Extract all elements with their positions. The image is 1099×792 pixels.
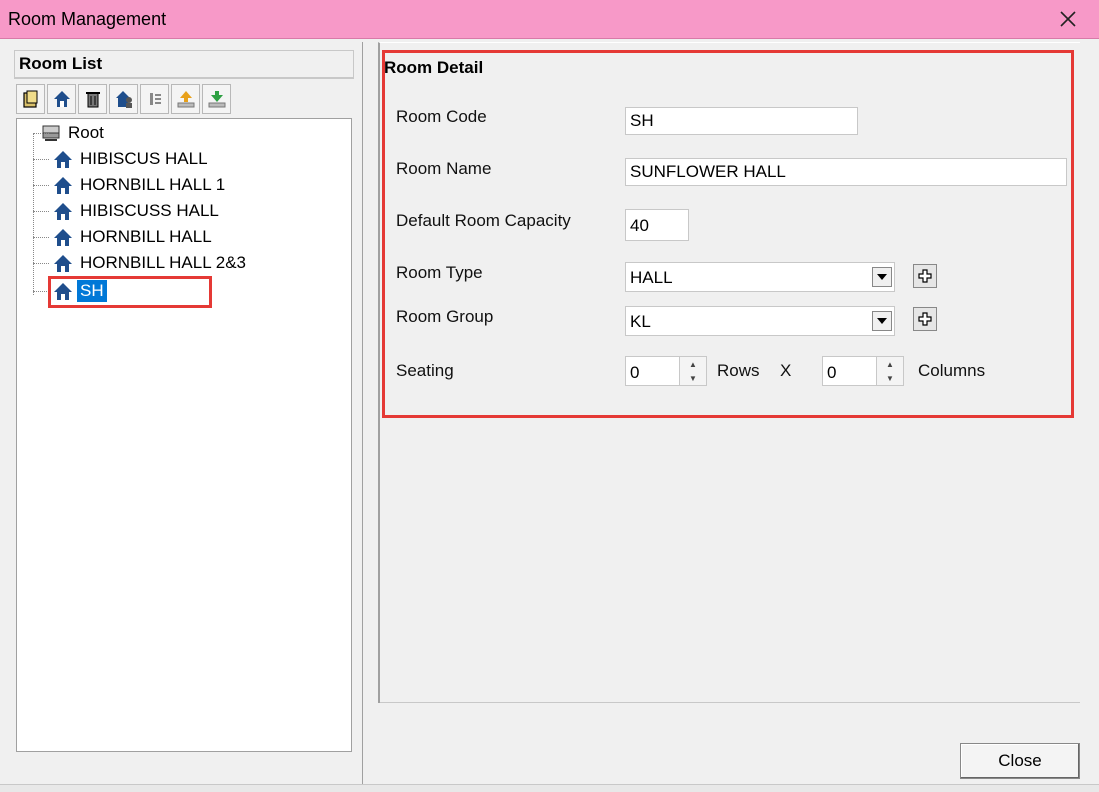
tree-item[interactable]: HORNBILL HALL [25, 225, 215, 249]
window-title: Room Management [8, 9, 167, 29]
title-bar: Room Management [0, 0, 1099, 39]
capacity-label: Default Room Capacity [396, 211, 571, 230]
download-icon [208, 91, 225, 108]
upload-icon [177, 91, 194, 108]
tree-item[interactable]: HORNBILL HALL 2&3 [25, 251, 249, 275]
plus-icon [918, 269, 932, 283]
list-button[interactable] [140, 84, 169, 114]
columns-label: Columns [918, 361, 986, 380]
spin-down-icon[interactable]: ▼ [877, 371, 903, 385]
tree-item-label: HORNBILL HALL 1 [80, 175, 226, 194]
tree-item-label: HIBISCUSS HALL [80, 201, 219, 220]
room-detail-panel [366, 42, 1095, 784]
add-room-type-button[interactable] [913, 264, 937, 288]
room-group-value: KL [630, 312, 651, 331]
rows-spinner[interactable]: 0 ▲ ▼ [625, 356, 707, 386]
tree-item-label: HIBISCUS HALL [80, 149, 208, 168]
room-user-button[interactable] [109, 84, 138, 114]
room-type-select[interactable]: HALL [625, 262, 895, 292]
seating-label: Seating [396, 361, 454, 380]
room-list-title: Room List [19, 54, 103, 73]
rows-label: Rows [717, 361, 760, 380]
close-window-icon[interactable] [1053, 4, 1083, 34]
home-icon [54, 177, 72, 194]
tree-item-label: HORNBILL HALL 2&3 [80, 253, 246, 272]
room-type-label: Room Type [396, 263, 483, 282]
home-icon [54, 229, 72, 246]
room-name-field[interactable]: SUNFLOWER HALL [625, 158, 1067, 186]
add-room-button[interactable] [47, 84, 76, 114]
spin-up-icon[interactable]: ▲ [877, 357, 903, 371]
home-icon [53, 91, 70, 107]
spin-up-icon[interactable]: ▲ [680, 357, 706, 371]
download-button[interactable] [202, 84, 231, 114]
rows-value: 0 [630, 363, 640, 382]
home-icon [54, 151, 72, 168]
room-type-value: HALL [630, 268, 673, 287]
delete-icon [85, 92, 100, 108]
delete-button[interactable] [78, 84, 107, 114]
room-list-toolbar [16, 84, 233, 116]
room-code-label: Room Code [396, 107, 487, 126]
room-group-label: Room Group [396, 307, 494, 326]
chevron-down-icon[interactable] [872, 267, 892, 287]
tree-item-root[interactable]: Root [25, 121, 107, 145]
room-group-select[interactable]: KL [625, 306, 895, 336]
room-list-panel: Room List Root HIBISCUS HALL HORNBILL HA… [4, 42, 363, 784]
home-icon [54, 255, 72, 272]
tree-item[interactable]: HIBISCUS HALL [25, 147, 211, 171]
tree-item[interactable]: HORNBILL HALL 1 [25, 173, 228, 197]
multiply-label: X [780, 361, 792, 380]
columns-value: 0 [827, 363, 837, 382]
room-list-header: Room List [14, 50, 354, 79]
room-detail-title: Room Detail [384, 58, 484, 77]
selection-highlight-box [48, 276, 212, 308]
list-icon [149, 93, 161, 105]
room-user-icon [115, 91, 132, 108]
chevron-down-icon[interactable] [872, 311, 892, 331]
upload-button[interactable] [171, 84, 200, 114]
capacity-field[interactable]: 40 [625, 209, 689, 241]
room-tree[interactable]: Root HIBISCUS HALL HORNBILL HALL 1 HIBIS… [16, 118, 352, 752]
home-icon [54, 203, 72, 220]
add-room-group-button[interactable] [913, 307, 937, 331]
folder-button[interactable] [16, 84, 45, 114]
tree-item-label: HORNBILL HALL [80, 227, 212, 246]
spin-down-icon[interactable]: ▼ [680, 371, 706, 385]
close-button[interactable]: Close [960, 743, 1080, 779]
room-name-label: Room Name [396, 159, 492, 178]
plus-icon [918, 312, 932, 326]
tree-item[interactable]: HIBISCUSS HALL [25, 199, 222, 223]
folder-icon [22, 90, 37, 108]
room-code-field[interactable]: SH [625, 107, 858, 135]
tree-root-label: Root [68, 123, 104, 142]
columns-spinner[interactable]: 0 ▲ ▼ [822, 356, 904, 386]
